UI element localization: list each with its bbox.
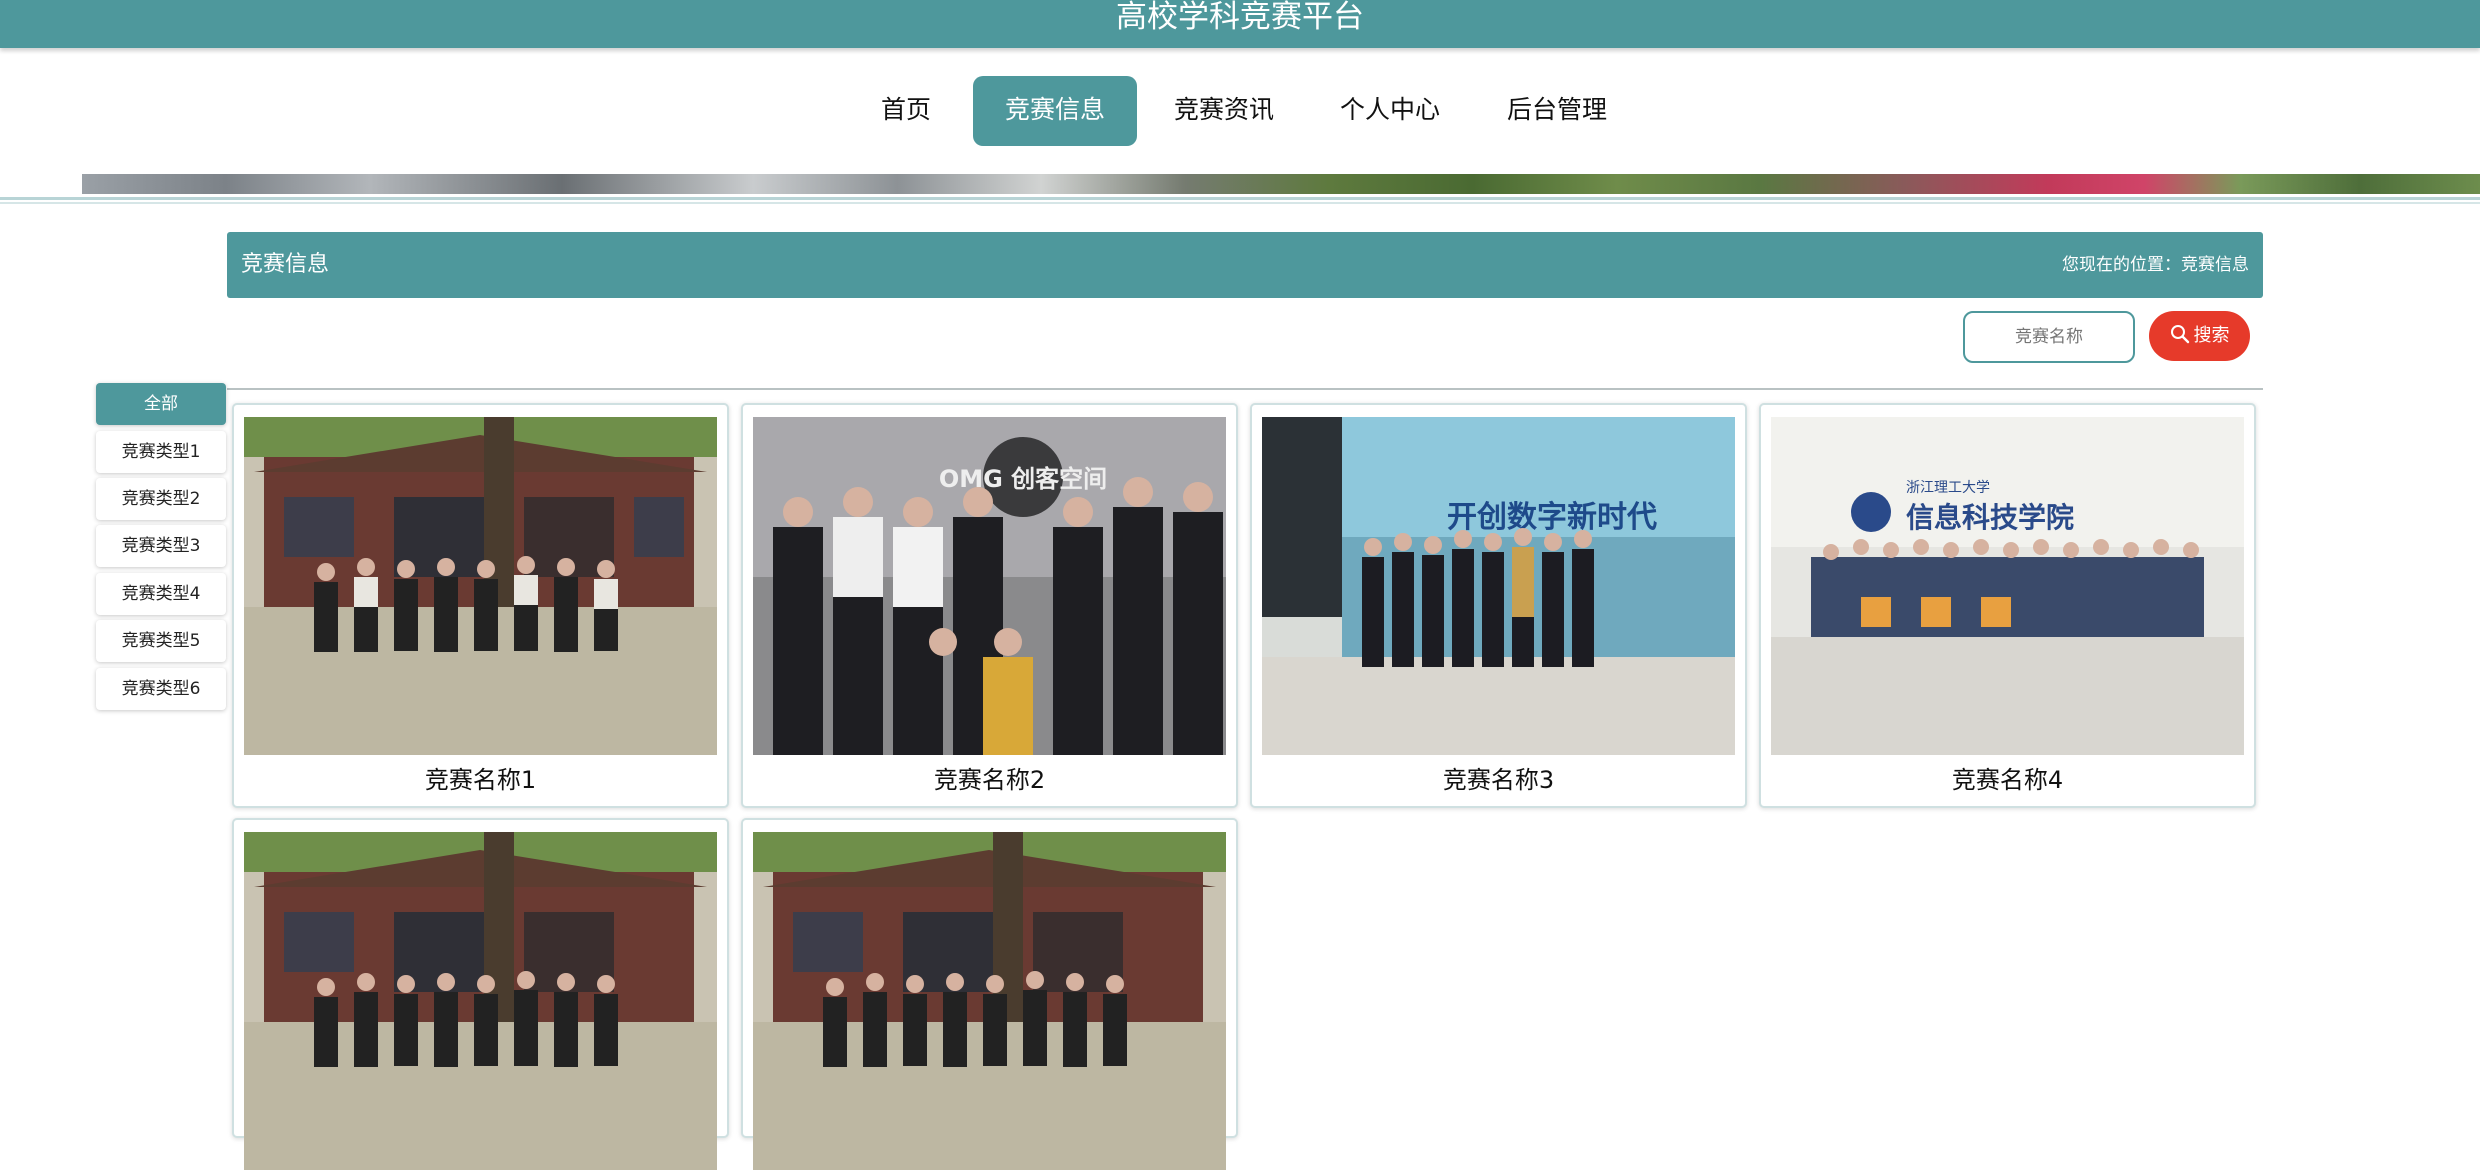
competition-photo-2: OMG 创客空间 [753, 417, 1226, 755]
competition-card-2[interactable]: OMG 创客空间 竞赛名称2 [741, 403, 1238, 808]
nav-admin[interactable]: 后台管理 [1490, 76, 1624, 146]
category-type-6[interactable]: 竞赛类型6 [96, 668, 226, 710]
category-type-4[interactable]: 竞赛类型4 [96, 573, 226, 615]
nav-personal-center[interactable]: 个人中心 [1324, 76, 1456, 146]
banner-divider-light [0, 202, 2480, 204]
competition-photo-4: 浙江理工大学 信息科技学院 [1771, 417, 2244, 755]
search-button-label: 搜索 [2193, 325, 2230, 346]
category-type-2[interactable]: 竞赛类型2 [96, 478, 226, 520]
section-title: 竞赛信息 [241, 252, 330, 277]
card4-wall-sign: 信息科技学院 [1906, 501, 2074, 534]
nav-home[interactable]: 首页 [858, 76, 954, 146]
competition-card-3[interactable]: 开创数字新时代 竞赛名称3 [1250, 403, 1747, 808]
competition-title-1: 竞赛名称1 [424, 766, 537, 794]
category-type-3[interactable]: 竞赛类型3 [96, 525, 226, 567]
top-header-bar: 高校学科竞赛平台 [0, 0, 2480, 48]
competition-photo-1 [244, 417, 717, 755]
nav-competition-news[interactable]: 竞赛资讯 [1157, 76, 1291, 146]
competition-card-6[interactable] [741, 818, 1238, 1170]
competition-card-1[interactable]: 竞赛名称1 [232, 403, 729, 808]
nav-competition-info[interactable]: 竞赛信息 [973, 76, 1137, 146]
competition-photo-3: 开创数字新时代 [1262, 417, 1735, 755]
search-input[interactable] [1963, 311, 2135, 363]
breadcrumb: 您现在的位置：竞赛信息 [2062, 255, 2249, 275]
main-nav: 首页 竞赛信息 竞赛资讯 个人中心 后台管理 [0, 76, 2480, 146]
banner-image [82, 174, 2480, 194]
search-button[interactable]: 搜索 [2149, 311, 2250, 361]
card4-wall-subsign: 浙江理工大学 [1906, 480, 1990, 496]
competition-title-4: 竞赛名称4 [1951, 766, 2064, 794]
competition-card-5[interactable] [232, 818, 729, 1170]
competition-title-2: 竞赛名称2 [933, 766, 1046, 794]
search-icon [2170, 324, 2190, 344]
category-all[interactable]: 全部 [96, 383, 226, 425]
section-header: 竞赛信息 您现在的位置：竞赛信息 [227, 232, 2263, 298]
competition-photo-5 [244, 832, 717, 1170]
category-type-1[interactable]: 竞赛类型1 [96, 431, 226, 473]
category-type-5[interactable]: 竞赛类型5 [96, 620, 226, 662]
card2-wall-sign: OMG 创客空间 [939, 465, 1107, 493]
banner-divider [0, 197, 2480, 200]
card3-screen-sign: 开创数字新时代 [1447, 500, 1657, 535]
content-divider [227, 388, 2263, 390]
competition-title-3: 竞赛名称3 [1442, 766, 1555, 794]
competition-photo-6 [753, 832, 1226, 1170]
competition-card-4[interactable]: 浙江理工大学 信息科技学院 竞赛名称4 [1759, 403, 2256, 808]
site-title: 高校学科竞赛平台 [1116, 0, 1364, 35]
